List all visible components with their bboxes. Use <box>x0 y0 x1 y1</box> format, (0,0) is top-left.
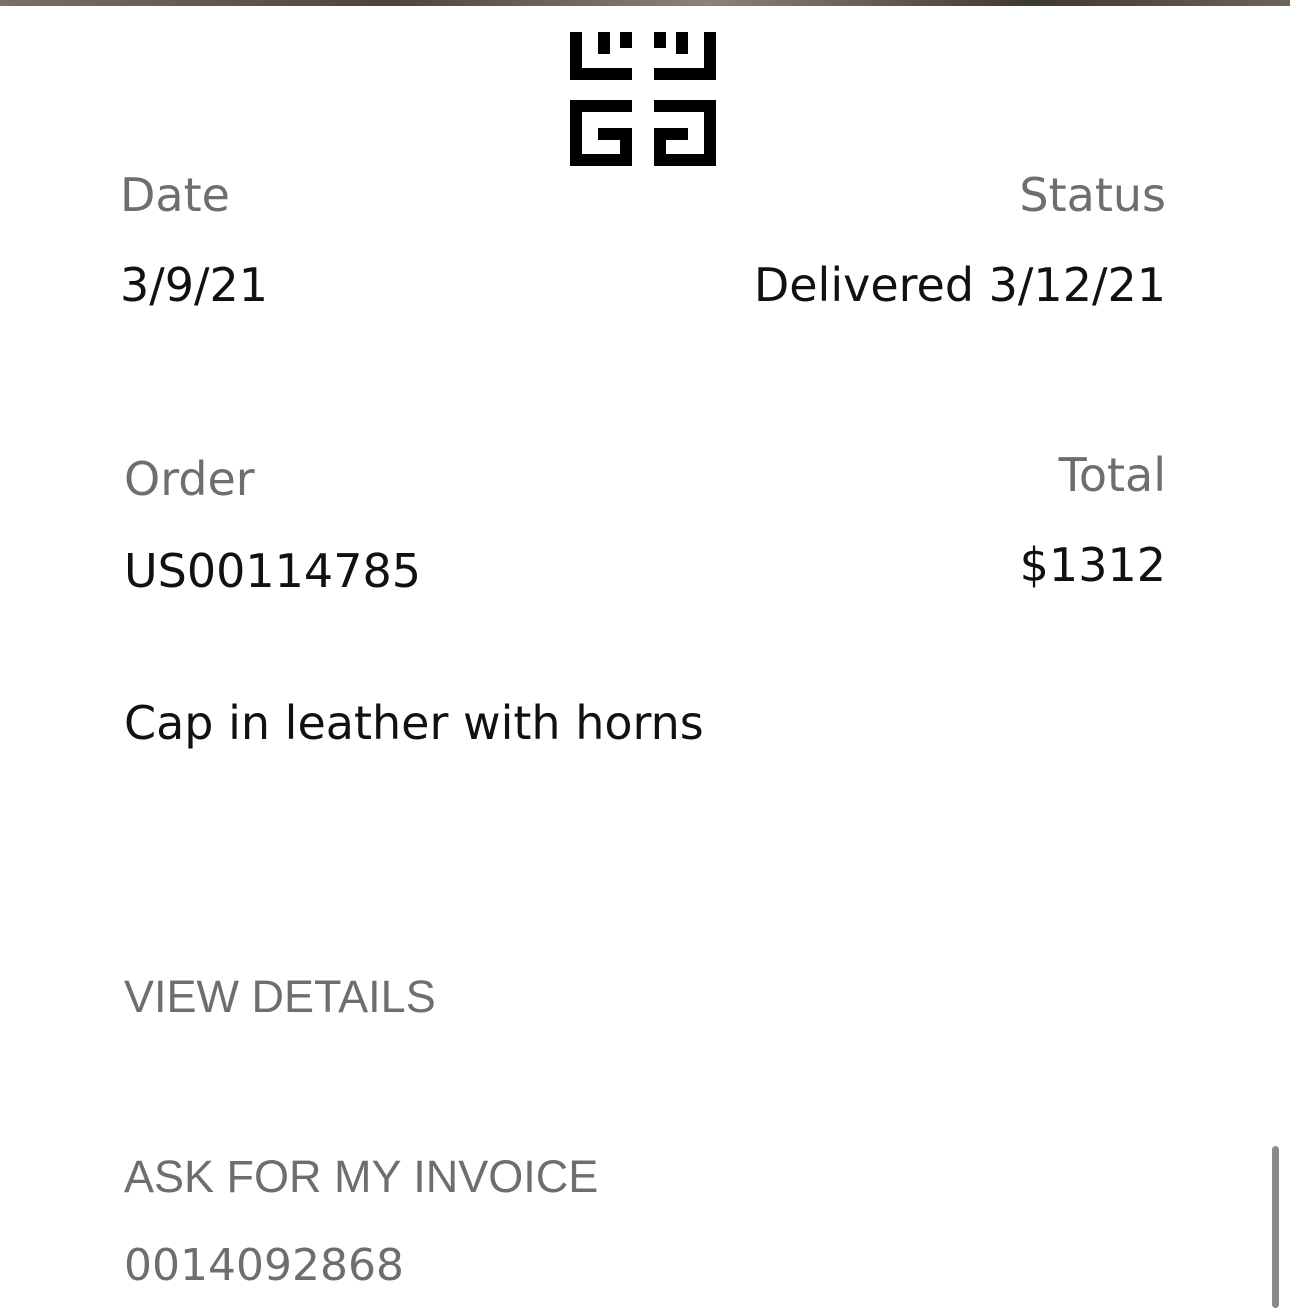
order-number: US00114785 <box>124 544 422 598</box>
order-total: $1312 <box>1019 538 1166 592</box>
givenchy-4g-logo-icon <box>570 32 716 166</box>
date-label: Date <box>120 168 230 222</box>
product-name: Cap in leather with horns <box>124 696 704 750</box>
total-label: Total <box>1058 448 1166 502</box>
top-image-strip <box>0 0 1290 6</box>
order-status: Delivered 3/12/21 <box>753 258 1166 312</box>
view-details-link[interactable]: VIEW DETAILS <box>124 974 436 1019</box>
order-label: Order <box>124 452 255 506</box>
order-date: 3/9/21 <box>120 258 269 312</box>
vertical-scrollbar[interactable] <box>1272 1146 1279 1308</box>
invoice-number: 0014092868 <box>124 1240 404 1291</box>
ask-invoice-link[interactable]: ASK FOR MY INVOICE <box>124 1154 598 1199</box>
status-label: Status <box>1019 168 1166 222</box>
